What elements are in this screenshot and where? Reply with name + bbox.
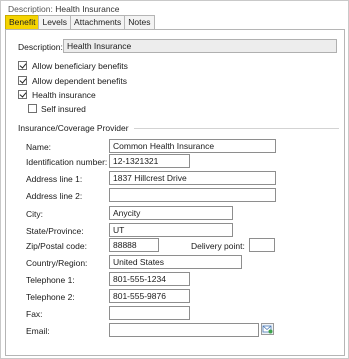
tab-attachments[interactable]: Attachments (70, 15, 126, 29)
allow-dependent-label: Allow dependent benefits (32, 76, 127, 86)
email-field[interactable] (109, 323, 259, 337)
telephone2-field[interactable]: 801-555-9876 (109, 289, 190, 303)
email-label: Email: (26, 326, 50, 336)
allow-dependent-checkbox[interactable] (18, 76, 27, 85)
country-field[interactable]: United States (109, 255, 242, 269)
delivery-point-label: Delivery point: (191, 241, 245, 251)
send-mail-icon (262, 325, 273, 334)
name-field[interactable]: Common Health Insurance (109, 139, 276, 153)
header-description-value: Health Insurance (55, 4, 120, 14)
address2-field[interactable] (109, 188, 276, 202)
city-field[interactable]: Anycity (109, 206, 233, 220)
tab-notes[interactable]: Notes (124, 15, 155, 29)
state-label: State/Province: (26, 226, 84, 236)
country-label: Country/Region: (26, 258, 88, 268)
self-insured-label: Self insured (41, 104, 86, 114)
tab-benefit[interactable]: Benefit (5, 15, 40, 29)
delivery-point-field[interactable] (249, 238, 275, 252)
telephone1-label: Telephone 1: (26, 275, 75, 285)
address1-label: Address line 1: (26, 174, 83, 184)
zip-label: Zip/Postal code: (26, 241, 87, 251)
self-insured-checkbox[interactable] (28, 104, 37, 113)
allow-beneficiary-label: Allow beneficiary benefits (32, 61, 128, 71)
fax-field[interactable] (109, 306, 190, 320)
tab-levels[interactable]: Levels (38, 15, 72, 29)
health-insurance-checkbox[interactable] (18, 90, 27, 99)
name-label: Name: (26, 142, 52, 152)
header-description: Description: Health Insurance (8, 4, 120, 14)
health-insurance-label: Health insurance (32, 90, 96, 100)
telephone2-label: Telephone 2: (26, 292, 75, 302)
fax-label: Fax: (26, 309, 43, 319)
send-email-button[interactable] (261, 323, 274, 335)
identification-field[interactable]: 12-1321321 (109, 154, 190, 168)
address2-label: Address line 2: (26, 191, 83, 201)
benefit-window: Description: Health Insurance Benefit Le… (0, 0, 349, 359)
zip-field[interactable]: 88888 (109, 238, 159, 252)
header-description-label: Description: (8, 4, 53, 14)
state-field[interactable]: UT (109, 223, 233, 237)
telephone1-field[interactable]: 801-555-1234 (109, 272, 190, 286)
tab-strip: Benefit Levels Attachments Notes (5, 15, 155, 29)
section-divider (134, 128, 339, 129)
description-label: Description: (18, 42, 63, 52)
allow-beneficiary-checkbox[interactable] (18, 61, 27, 70)
city-label: City: (26, 209, 43, 219)
identification-label: Identification number: (26, 157, 108, 167)
provider-section-title: Insurance/Coverage Provider (18, 123, 129, 133)
description-field[interactable]: Health Insurance (63, 39, 337, 53)
address1-field[interactable]: 1837 Hillcrest Drive (109, 171, 276, 185)
benefit-panel: Description: Health Insurance Allow bene… (5, 29, 345, 356)
